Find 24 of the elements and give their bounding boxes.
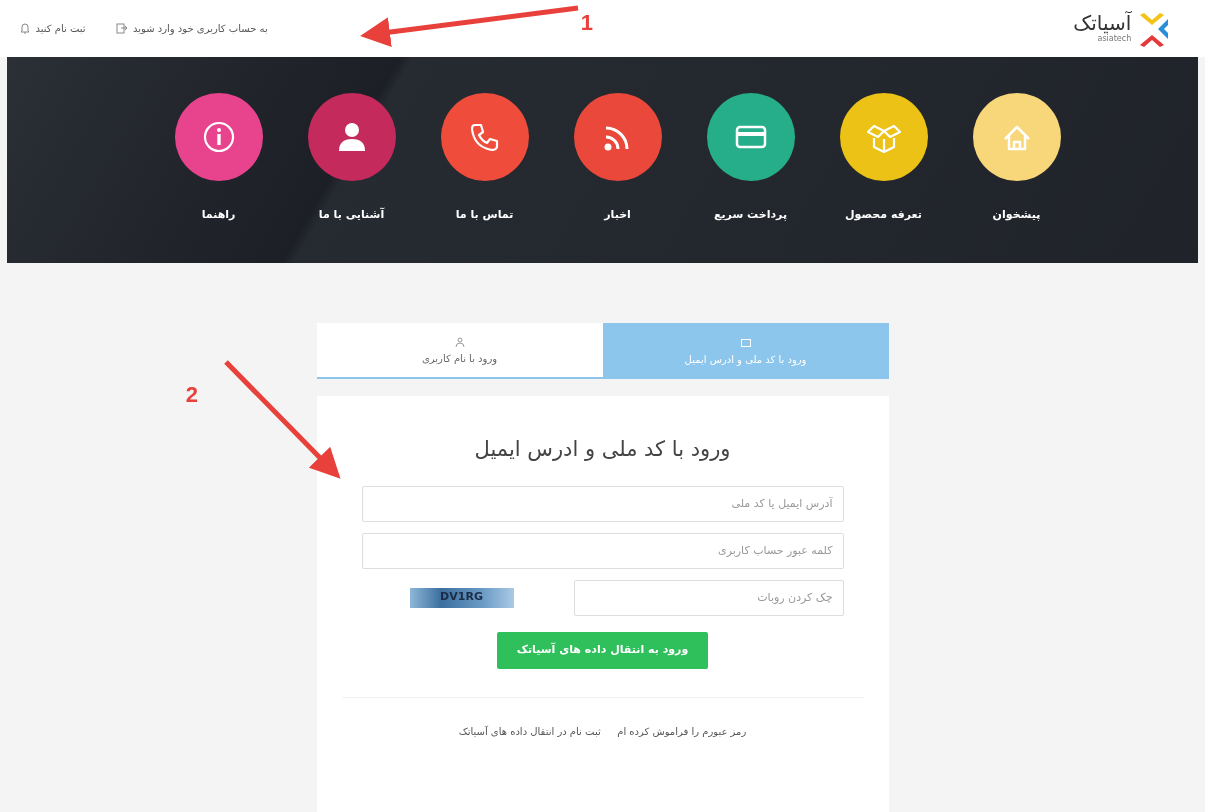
- input-field[interactable]: آدرس ایمیل یا کد ملی: [361, 485, 844, 522]
- nav-label[interactable]: پرداخت سریع: [713, 207, 788, 224]
- captcha-field[interactable]: چک کردن روبات: [573, 579, 844, 616]
- input-field[interactable]: کلمه عبور حساب کاربری: [361, 532, 844, 569]
- nav-label[interactable]: تعرفه محصول: [845, 207, 922, 224]
- header-link[interactable]: به حساب کاربری خود وارد شوید: [133, 21, 268, 36]
- logo-subtext: asiatech: [1097, 33, 1132, 45]
- nav-label[interactable]: تماس با ما: [455, 207, 514, 224]
- annotation-number: 1: [580, 10, 593, 35]
- annotation-number: 2: [185, 382, 198, 407]
- nav-label[interactable]: راهنما: [201, 207, 236, 224]
- form-title: ورود با کد ملی و ادرس ایمیل: [473, 436, 732, 463]
- footer-link[interactable]: ثبت نام در انتقال داده های آسیاتک: [458, 723, 601, 739]
- login-tab[interactable]: ورود با نام کاربری: [316, 323, 603, 379]
- nav-label[interactable]: پیشخوان: [992, 207, 1041, 224]
- user-icon: [454, 334, 465, 349]
- nav-label[interactable]: اخبار: [604, 207, 631, 224]
- header-link[interactable]: ثبت نام کنید: [35, 21, 86, 36]
- logo-text: آسیاتک: [1073, 12, 1132, 33]
- bell-icon: [20, 20, 30, 37]
- login-icon: [115, 20, 128, 37]
- footer-link[interactable]: رمز عبورم را فراموش کرده ام: [617, 723, 747, 739]
- captcha-image: DV1RG: [409, 587, 514, 608]
- nav-label[interactable]: آشنایی با ما: [318, 207, 385, 224]
